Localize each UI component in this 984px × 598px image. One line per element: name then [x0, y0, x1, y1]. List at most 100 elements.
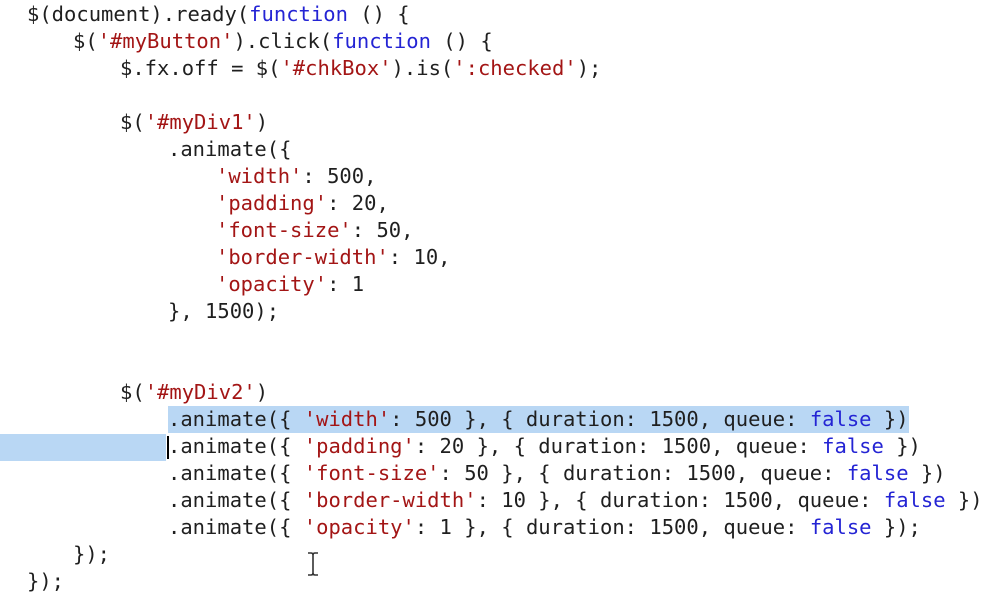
code-line: .animate({ 'opacity': 1 }, { duration: 1… [0, 514, 984, 541]
code-line: }, 1500); [0, 298, 984, 325]
code-line-text: $.fx.off = $('#chkBox').is(':checked'); [120, 55, 601, 82]
code-token: 'padding' [303, 434, 415, 458]
code-token: 'width' [303, 407, 391, 431]
code-token: }) [945, 488, 983, 512]
code-token: function [249, 2, 348, 26]
code-token: 'font-size' [216, 218, 352, 242]
code-token: 'padding' [216, 191, 328, 215]
code-line: $(document).ready(function () { [0, 1, 984, 28]
code-line-text: .animate({ 'border-width': 10 }, { durat… [168, 487, 983, 514]
code-token: $( [120, 380, 145, 404]
code-token: .animate({ [168, 407, 304, 431]
code-line-text: }); [73, 541, 110, 568]
code-line: .animate({ 'border-width': 10 }, { durat… [0, 487, 984, 514]
code-line-text: 'width': 500, [216, 163, 376, 190]
code-token: : 20 }, { duration: 1500, queue: [414, 434, 823, 458]
code-token: : 1 }, { duration: 1500, queue: [414, 515, 810, 539]
code-token: }) [883, 434, 921, 458]
code-line-text: }, 1500); [168, 298, 279, 325]
code-token: : 500 }, { duration: 1500, queue: [390, 407, 810, 431]
code-line: .animate({ [0, 136, 984, 163]
code-token: ).is( [391, 56, 454, 80]
code-line-text: .animate({ 'width': 500 }, { duration: 1… [168, 406, 909, 433]
code-token: : 1 [327, 272, 365, 296]
code-line: 'width': 500, [0, 163, 984, 190]
code-token: ':checked' [453, 56, 577, 80]
code-token: : 50 }, { duration: 1500, queue: [439, 461, 847, 485]
code-token: }); [27, 569, 65, 593]
ibeam-cursor-icon [306, 552, 320, 576]
code-line-text: .animate({ [168, 136, 291, 163]
code-token: '#chkBox' [280, 56, 392, 80]
code-token: ); [576, 56, 602, 80]
code-token: () { [430, 29, 493, 53]
code-line-text: }); [27, 568, 64, 595]
code-token: $( [120, 110, 145, 134]
code-token: 'width' [216, 164, 303, 188]
code-line-text: .animate({ 'font-size': 50 }, { duration… [168, 460, 946, 487]
code-token: ).click( [233, 29, 333, 53]
code-token: ) [255, 380, 269, 404]
code-token: 'border-width' [216, 245, 389, 269]
code-line-text: $('#myDiv2') [120, 379, 268, 406]
code-token: }); [73, 542, 111, 566]
code-token: }); [871, 515, 921, 539]
code-token: '#myDiv1' [144, 110, 256, 134]
code-line: $('#myDiv2') [0, 379, 984, 406]
code-line-text: .animate({ 'opacity': 1 }, { duration: 1… [168, 514, 921, 541]
code-line: 'border-width': 10, [0, 244, 984, 271]
code-token: false [822, 434, 884, 458]
code-line: 'padding': 20, [0, 190, 984, 217]
code-token: () { [347, 2, 410, 26]
code-token: false [809, 515, 872, 539]
selection-highlight [0, 434, 166, 461]
code-token: false [883, 488, 946, 512]
code-line: 'font-size': 50, [0, 217, 984, 244]
code-token: }) [908, 461, 946, 485]
code-token: .animate({ [168, 137, 292, 161]
code-token: 'font-size' [303, 461, 440, 485]
code-line-text: $('#myButton').click(function () { [73, 28, 493, 55]
code-token: $(document).ready( [27, 2, 250, 26]
code-line: $.fx.off = $('#chkBox').is(':checked'); [0, 55, 984, 82]
code-line-text: .animate({ 'padding': 20 }, { duration: … [168, 433, 921, 460]
code-line: .animate({ 'width': 500 }, { duration: 1… [0, 406, 984, 433]
code-line: $('#myButton').click(function () { [0, 28, 984, 55]
code-token: }) [871, 407, 909, 431]
code-line: }); [0, 568, 984, 595]
code-line-text: 'font-size': 50, [216, 217, 413, 244]
code-token: function [332, 29, 431, 53]
code-line: 'opacity': 1 [0, 271, 984, 298]
code-line: $('#myDiv1') [0, 109, 984, 136]
code-line-text: 'border-width': 10, [216, 244, 451, 271]
code-token: : 10 }, { duration: 1500, queue: [476, 488, 884, 512]
code-token: ) [255, 110, 269, 134]
code-line: }); [0, 541, 984, 568]
code-token: $.fx.off = $( [120, 56, 281, 80]
code-token: 'opacity' [303, 515, 415, 539]
code-line-text: $('#myDiv1') [120, 109, 268, 136]
code-line-text: $(document).ready(function () { [27, 1, 410, 28]
code-token: : 50, [351, 218, 414, 242]
code-token: : 20, [327, 191, 389, 215]
code-token: 'border-width' [303, 488, 477, 512]
text-caret [167, 436, 169, 459]
code-token: }, 1500); [168, 299, 280, 323]
code-token: '#myButton' [97, 29, 234, 53]
code-line-text: 'padding': 20, [216, 190, 389, 217]
code-line: .animate({ 'font-size': 50 }, { duration… [0, 460, 984, 487]
code-line-text: 'opacity': 1 [216, 271, 364, 298]
code-editor[interactable]: $(document).ready(function () {$('#myBut… [0, 0, 984, 598]
code-token: .animate({ [168, 515, 304, 539]
code-token: .animate({ [168, 461, 304, 485]
code-token: '#myDiv2' [144, 380, 256, 404]
code-token: : 10, [388, 245, 451, 269]
code-token: false [846, 461, 909, 485]
code-token: 'opacity' [216, 272, 328, 296]
code-token: .animate({ [168, 434, 304, 458]
code-token: $( [73, 29, 98, 53]
code-token: : 500, [302, 164, 377, 188]
